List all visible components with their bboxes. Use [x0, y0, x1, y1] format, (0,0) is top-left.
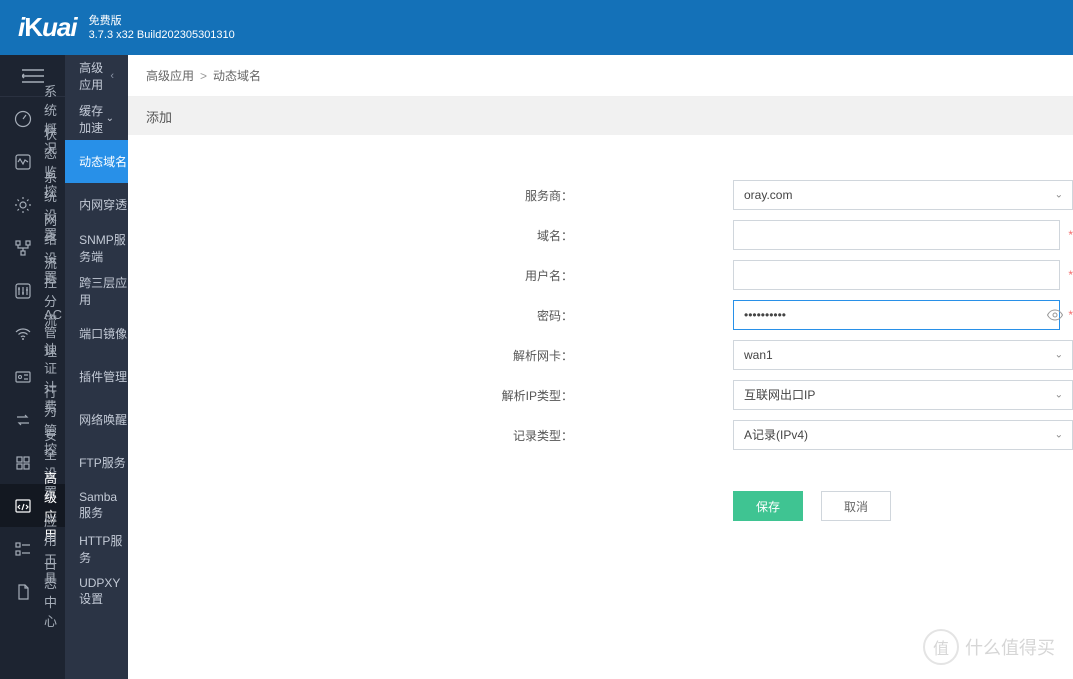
- sidebar2-label: 端口镜像: [79, 325, 127, 342]
- sidebar2-label: HTTP服务: [79, 532, 128, 566]
- sidebar2-item-2[interactable]: 内网穿透: [65, 183, 128, 226]
- rectype-select[interactable]: A记录(IPv4): [733, 420, 1073, 450]
- edition-label: 免费版: [89, 14, 235, 28]
- log-icon: [14, 583, 32, 601]
- network-icon: [14, 239, 32, 257]
- content-area: 高级应用 > 动态域名 添加 服务商： oray.com ⌄ 域名：: [128, 55, 1073, 679]
- sliders-icon: [14, 282, 32, 300]
- label-rectype: 记录类型：: [128, 427, 573, 444]
- tools-icon: [14, 540, 32, 558]
- sidebar2-label: 跨三层应用: [79, 274, 128, 308]
- menu-icon: [22, 69, 44, 83]
- label-password: 密码：: [128, 307, 573, 324]
- eye-icon[interactable]: [1047, 309, 1063, 321]
- breadcrumb-separator: >: [200, 69, 207, 83]
- sidebar2-item-0[interactable]: 缓存加速⌄: [65, 97, 128, 140]
- label-provider: 服务商：: [128, 187, 573, 204]
- watermark: 值 什么值得买: [923, 629, 1055, 665]
- badge-icon: [14, 368, 32, 386]
- sidebar1-item-4[interactable]: 流控分流: [0, 269, 65, 312]
- sidebar2-item-6[interactable]: 插件管理: [65, 355, 128, 398]
- sidebar2-header[interactable]: 高级应用 ‹: [65, 55, 128, 97]
- sidebar2-title: 高级应用: [79, 59, 110, 93]
- wifi-icon: [14, 325, 32, 343]
- sidebar2-item-1[interactable]: 动态域名: [65, 140, 128, 183]
- sidebar2-label: 内网穿透: [79, 196, 127, 213]
- chevron-down-icon: ⌄: [106, 113, 114, 124]
- breadcrumb-b: 动态域名: [213, 67, 261, 84]
- sidebar2-item-7[interactable]: 网络唤醒: [65, 398, 128, 441]
- primary-sidebar: 系统概况状态监控系统设置网络设置流控分流AC管理认证计费行为管控安全设置高级应用…: [0, 55, 65, 679]
- password-input[interactable]: [733, 300, 1060, 330]
- sidebar2-label: 缓存加速: [79, 102, 106, 136]
- label-iptype: 解析IP类型：: [128, 387, 573, 404]
- logo: iKuai: [18, 12, 77, 43]
- sidebar2-label: UDPXY设置: [79, 576, 128, 607]
- sidebar2-label: 网络唤醒: [79, 411, 127, 428]
- swap-icon: [14, 411, 32, 429]
- sidebar2-item-10[interactable]: HTTP服务: [65, 527, 128, 570]
- sidebar2-item-9[interactable]: Samba服务: [65, 484, 128, 527]
- save-button[interactable]: 保存: [733, 491, 803, 521]
- label-domain: 域名：: [128, 227, 573, 244]
- sidebar2-label: SNMP服务端: [79, 231, 128, 265]
- nic-select[interactable]: wan1: [733, 340, 1073, 370]
- breadcrumb-a[interactable]: 高级应用: [146, 67, 194, 84]
- form: 服务商： oray.com ⌄ 域名： * 用: [128, 135, 1073, 521]
- sidebar2-label: Samba服务: [79, 490, 128, 521]
- domain-input[interactable]: [733, 220, 1060, 250]
- app-header: iKuai 免费版 3.7.3 x32 Build202305301310: [0, 0, 1073, 55]
- sidebar2-item-5[interactable]: 端口镜像: [65, 312, 128, 355]
- label-nic: 解析网卡：: [128, 347, 573, 364]
- secondary-sidebar: 高级应用 ‹ 缓存加速⌄ 动态域名内网穿透 SNMP服务端跨三层应用端口镜像插件管理…: [65, 55, 128, 679]
- sidebar1-label: 日志中心: [44, 554, 65, 630]
- version-info: 免费版 3.7.3 x32 Build202305301310: [89, 14, 235, 42]
- sidebar2-item-8[interactable]: FTP服务: [65, 441, 128, 484]
- label-username: 用户名：: [128, 267, 573, 284]
- sidebar2-label: 插件管理: [79, 368, 127, 385]
- chevron-left-icon: ‹: [110, 70, 114, 82]
- iptype-select[interactable]: 互联网出口IP: [733, 380, 1073, 410]
- required-mark: *: [1068, 228, 1073, 242]
- sidebar2-item-4[interactable]: 跨三层应用: [65, 269, 128, 312]
- watermark-icon: 值: [923, 629, 959, 665]
- sidebar2-item-11[interactable]: UDPXY设置: [65, 570, 128, 613]
- required-mark: *: [1068, 268, 1073, 282]
- activity-icon: [14, 153, 32, 171]
- build-label: 3.7.3 x32 Build202305301310: [89, 28, 235, 42]
- sidebar1-item-11[interactable]: 日志中心: [0, 570, 65, 613]
- cancel-button[interactable]: 取消: [821, 491, 891, 521]
- gear-icon: [14, 196, 32, 214]
- provider-select[interactable]: oray.com: [733, 180, 1073, 210]
- breadcrumb: 高级应用 > 动态域名: [128, 55, 1073, 97]
- username-input[interactable]: [733, 260, 1060, 290]
- page-subhead: 添加: [128, 97, 1073, 135]
- watermark-text: 什么值得买: [965, 634, 1055, 660]
- shield-icon: [14, 454, 32, 472]
- app-icon: [14, 497, 32, 515]
- sidebar2-label: 动态域名: [79, 153, 127, 170]
- required-mark: *: [1068, 308, 1073, 322]
- sidebar2-item-3[interactable]: SNMP服务端: [65, 226, 128, 269]
- gauge-icon: [14, 110, 32, 128]
- sidebar2-label: FTP服务: [79, 454, 126, 471]
